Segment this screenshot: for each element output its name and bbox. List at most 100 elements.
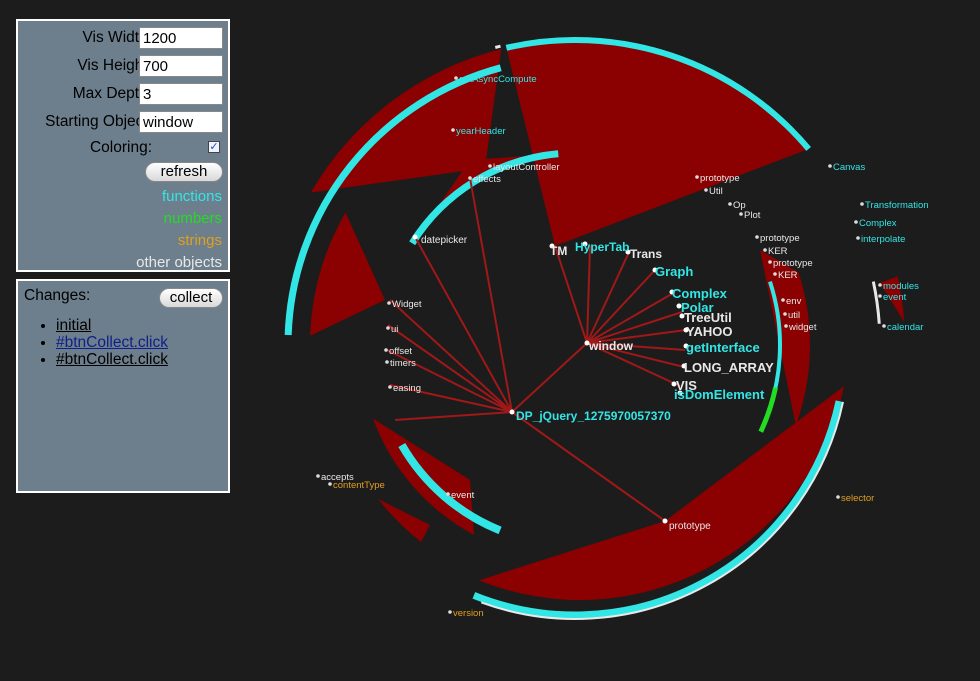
change-item: #btnCollect.click [56,334,168,351]
node-window-child-1: Complex [672,286,728,301]
small-node-24-dot [328,482,332,486]
vis-height-row: Vis Height: [18,55,228,77]
vis-width-input[interactable] [139,27,223,49]
small-node-8: prototype [773,258,813,269]
small-node-2: prototype [700,173,740,184]
small-node-11: util [788,310,800,321]
small-node-3-dot [704,188,708,192]
small-node-23-dot [448,610,452,614]
starting-object-label: Starting Object: [45,113,152,130]
small-node-22: calendar [887,322,923,333]
small-node-18-dot [316,474,320,478]
edge-jquery-5 [394,411,513,421]
legend-functions: functions [161,188,222,205]
node-group-1: prototype [669,521,711,532]
node-window-child-0: Graph [655,264,693,279]
small-node-3: Util [709,186,723,197]
small-node-26-dot [451,128,455,132]
small-node-22-dot [882,324,886,328]
refresh-button[interactable]: refresh [145,162,223,182]
small-node-13-dot [387,301,391,305]
node-group-1-dot [662,518,668,524]
small-node-13: Widget [392,299,422,310]
small-node-30-dot [828,164,832,168]
small-node-12-dot [784,324,788,328]
small-node-30: Canvas [833,162,865,173]
small-node-17-dot [388,385,392,389]
small-node-0: effects [473,174,501,185]
edge-jquery-7 [511,411,666,522]
edge-root-1 [586,245,591,344]
node-window-child-5: getInterface [686,340,760,355]
small-node-19-dot [446,492,450,496]
node-window-child-8: isDomElement [674,387,765,402]
change-link-btncollect-1[interactable]: #btnCollect.click [56,334,168,351]
small-node-21-dot [878,294,882,298]
small-node-25-dot [454,76,458,80]
small-node-10-dot [781,298,785,302]
small-node-9: KER [778,270,798,281]
small-node-29-dot [836,495,840,499]
small-node-16: timers [390,358,416,369]
max-depth-input[interactable] [139,83,223,105]
small-node-1-dot [488,164,492,168]
small-node-25: getAsyncCompute [459,74,537,85]
starting-object-row: Starting Object: [18,111,228,133]
legend-other-objects: other objects [136,254,222,271]
small-node-28-dot [856,236,860,240]
small-node-8-dot [768,260,772,264]
change-link-btncollect-2[interactable]: #btnCollect.click [56,351,168,368]
node-group-0-dot [509,409,515,415]
change-item: initial [56,317,168,334]
small-node-5-dot [739,212,743,216]
small-node-16-dot [385,360,389,364]
small-node-7: KER [768,246,788,257]
collect-button[interactable]: collect [159,288,223,308]
coloring-checkbox[interactable]: ✓ [208,141,220,153]
small-node-6-dot [755,235,759,239]
edge-root-4 [586,291,676,344]
small-node-12: widget [788,322,817,333]
small-node-15-dot [384,348,388,352]
node-group-4: TM [550,244,567,258]
small-node-10: env [786,296,802,307]
small-node-5: Plot [744,210,761,221]
change-link-initial[interactable]: initial [56,317,91,334]
small-node-26: yearHeader [456,126,506,137]
small-node-27: Transformation [865,200,929,211]
small-node-17: easing [393,383,421,394]
small-node-20-dot [878,283,882,287]
edge-jquery-6 [469,177,513,413]
coloring-row: Coloring: ✓ [18,137,228,159]
vis-width-row: Vis Width: [18,27,228,49]
node-group-2: datepicker [421,235,468,246]
small-node-19: event [451,490,475,501]
edge-root-jquery [511,342,588,413]
small-node-0-dot [468,176,472,180]
small-node-6: prototype [760,233,800,244]
edge-root-0 [554,245,588,344]
small-node-24: contentType [333,480,385,491]
settings-panel: Vis Width: Vis Height: Max Depth: Starti… [16,19,230,272]
small-node-21: event [883,292,907,303]
ring-far-right [871,281,881,324]
small-node-15: offset [389,346,412,357]
wedge-left [310,212,385,336]
changes-panel: Changes: collect initial #btnCollect.cli… [16,279,230,493]
vis-height-input[interactable] [139,55,223,77]
edge-root-2 [586,249,631,344]
small-node-7-dot [763,248,767,252]
max-depth-row: Max Depth: [18,83,228,105]
small-node-28: interpolate [861,234,905,245]
wedge-lower [377,498,430,543]
node-window-child-3: TreeUtil [684,310,732,325]
small-node-11-dot [783,312,787,316]
small-node-31: Complex [859,218,897,229]
legend-strings: strings [177,232,222,249]
node-group-3: Trans [630,247,662,261]
node-window-child-6: LONG_ARRAY [684,360,774,375]
small-node-9-dot [773,272,777,276]
legend-numbers: numbers [163,210,222,227]
starting-object-input[interactable] [139,111,223,133]
small-node-14: ui [391,324,398,335]
